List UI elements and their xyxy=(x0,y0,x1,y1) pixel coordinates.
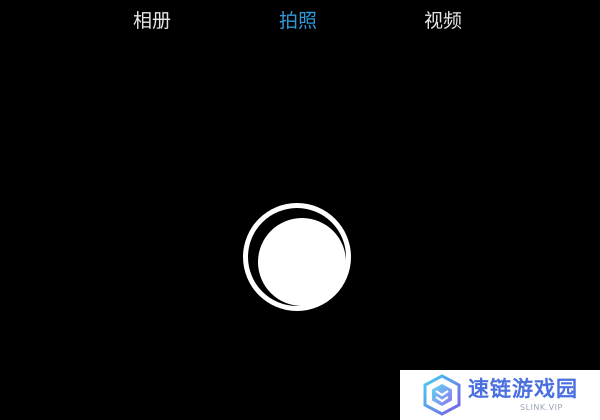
watermark-logo-icon xyxy=(423,374,461,416)
tab-photo[interactable]: 拍照 xyxy=(258,6,338,36)
watermark: 速链游戏园 SLINK.VIP xyxy=(400,370,600,420)
camera-screen: 相册 拍照 视频 速链游戏园 SLINK.VIP xyxy=(0,0,600,420)
camera-mode-tabs: 相册 拍照 视频 xyxy=(0,6,600,36)
watermark-title: 速链游戏园 xyxy=(468,377,578,401)
watermark-subtitle: SLINK.VIP xyxy=(520,403,563,412)
shutter-button[interactable] xyxy=(243,203,351,311)
tab-video[interactable]: 视频 xyxy=(403,6,483,36)
shutter-ring-gap xyxy=(248,208,346,306)
shutter-core xyxy=(258,218,346,306)
tab-album[interactable]: 相册 xyxy=(112,6,192,36)
